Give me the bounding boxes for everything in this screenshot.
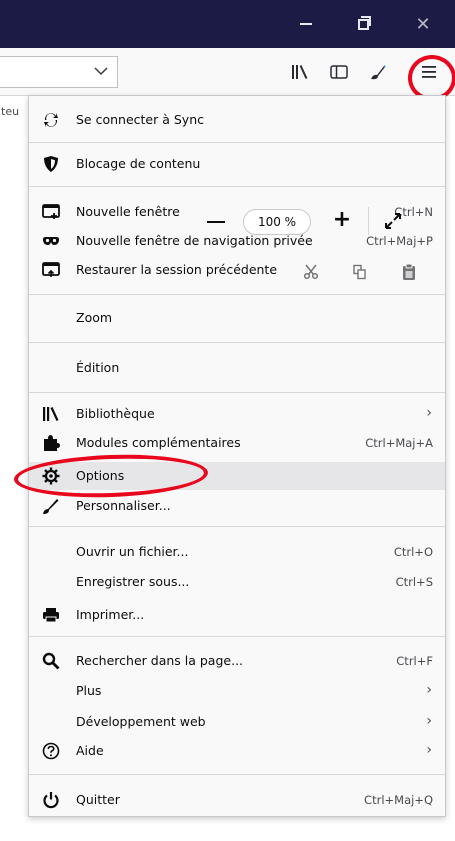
menu-row-edit: Édition [29,354,445,382]
page-text-fragment: teu [1,105,20,118]
zoom-label: Zoom [76,310,113,325]
zoom-separator [368,207,369,235]
scissors-icon [303,264,319,280]
menu-separator [29,774,445,775]
copy-button[interactable] [349,261,371,283]
zoom-reset-button[interactable]: 100 % [243,209,311,235]
menu-item-restore-session[interactable]: Restaurer la session précédente [29,256,445,284]
printer-icon [42,606,60,624]
menu-item-library[interactable]: Bibliothèque › [29,400,445,428]
menu-separator [29,636,445,637]
menu-item-label: Quitter [76,792,120,807]
menu-item-label: Modules complémentaires [76,435,241,450]
paintbrush-icon [42,497,60,515]
chevron-down-icon[interactable] [93,63,109,79]
navigation-toolbar [0,48,455,96]
restore-session-icon [42,261,60,279]
zoom-out-button[interactable] [207,221,225,223]
menu-item-sync[interactable]: Se connecter à Sync [29,106,445,134]
library-button[interactable] [284,56,316,88]
menu-item-find-in-page[interactable]: Rechercher dans la page... Ctrl+F [29,647,445,675]
menu-item-print[interactable]: Imprimer... [29,601,445,629]
chevron-right-icon: › [426,682,432,698]
menu-item-more[interactable]: Plus › [29,677,445,705]
menu-item-label: Imprimer... [76,607,145,622]
shortcut-text: Ctrl+O [393,545,433,559]
menu-item-label: Blocage de contenu [76,156,201,171]
restore-button[interactable] [340,0,386,48]
menu-item-save-as[interactable]: Enregistrer sous... Ctrl+S [29,568,445,596]
chevron-right-icon: › [426,405,432,421]
customize-button[interactable] [362,56,394,88]
close-button[interactable]: ✕ [400,0,446,48]
fullscreen-icon [385,213,401,229]
menu-item-label: Plus [76,683,102,698]
minimize-icon [300,23,312,25]
customize-icon [371,65,386,80]
menu-separator [29,294,445,295]
clipboard-icon [403,263,415,280]
power-icon [42,791,60,809]
shield-icon [42,155,60,173]
puzzle-piece-icon [42,434,60,452]
shortcut-text: Ctrl+Maj+A [365,436,433,450]
shortcut-text: Ctrl+S [395,575,433,589]
menu-row-zoom: Zoom [29,304,445,332]
menu-item-label: Personnaliser... [76,498,171,513]
paste-button[interactable] [398,261,420,283]
menu-item-label: Nouvelle fenêtre [76,204,180,219]
sidebar-icon [330,65,348,79]
close-icon: ✕ [415,13,431,35]
menu-item-quit[interactable]: Quitter Ctrl+Maj+Q [29,786,445,814]
cut-button[interactable] [300,261,322,283]
menu-separator [29,392,445,393]
menu-item-label: Nouvelle fenêtre de navigation privée [76,233,313,248]
fullscreen-button[interactable] [382,209,404,233]
help-icon [42,742,60,760]
menu-item-label: Restaurer la session précédente [76,262,278,277]
menu-item-label: Aide [76,743,104,758]
sync-icon [42,111,60,129]
menu-item-label: Se connecter à Sync [76,112,204,127]
window-titlebar: ✕ [0,0,455,48]
chevron-right-icon: › [426,742,432,758]
menu-item-content-blocking[interactable]: Blocage de contenu [29,150,445,178]
menu-item-label: Bibliothèque [76,406,155,421]
search-icon [42,652,60,670]
shortcut-text: Ctrl+Maj+Q [364,793,433,807]
shortcut-text: Ctrl+Maj+P [366,234,433,248]
library-icon [292,65,308,79]
edit-label: Édition [76,360,120,375]
menu-item-label: Ouvrir un fichier... [76,544,189,559]
minimize-button[interactable] [283,0,329,48]
library-icon [42,405,60,423]
copy-icon [353,264,366,280]
new-window-icon [42,203,60,221]
private-mask-icon [42,232,60,250]
menu-item-web-developer[interactable]: Développement web › [29,708,445,736]
menu-item-addons[interactable]: Modules complémentaires Ctrl+Maj+A [29,429,445,457]
menu-separator [29,186,445,187]
menu-separator [29,342,445,343]
menu-item-label: Rechercher dans la page... [76,653,244,668]
shortcut-text: Ctrl+F [396,654,433,668]
menu-separator [29,142,445,143]
menu-separator [29,526,445,527]
menu-item-label: Développement web [76,714,206,729]
menu-item-label: Enregistrer sous... [76,574,190,589]
url-bar[interactable] [0,56,118,88]
sidebar-button[interactable] [323,56,355,88]
chevron-right-icon: › [426,713,432,729]
restore-icon [357,15,371,30]
zoom-in-button[interactable]: + [331,209,353,233]
menu-item-open-file[interactable]: Ouvrir un fichier... Ctrl+O [29,538,445,566]
menu-item-help[interactable]: Aide › [29,737,445,765]
